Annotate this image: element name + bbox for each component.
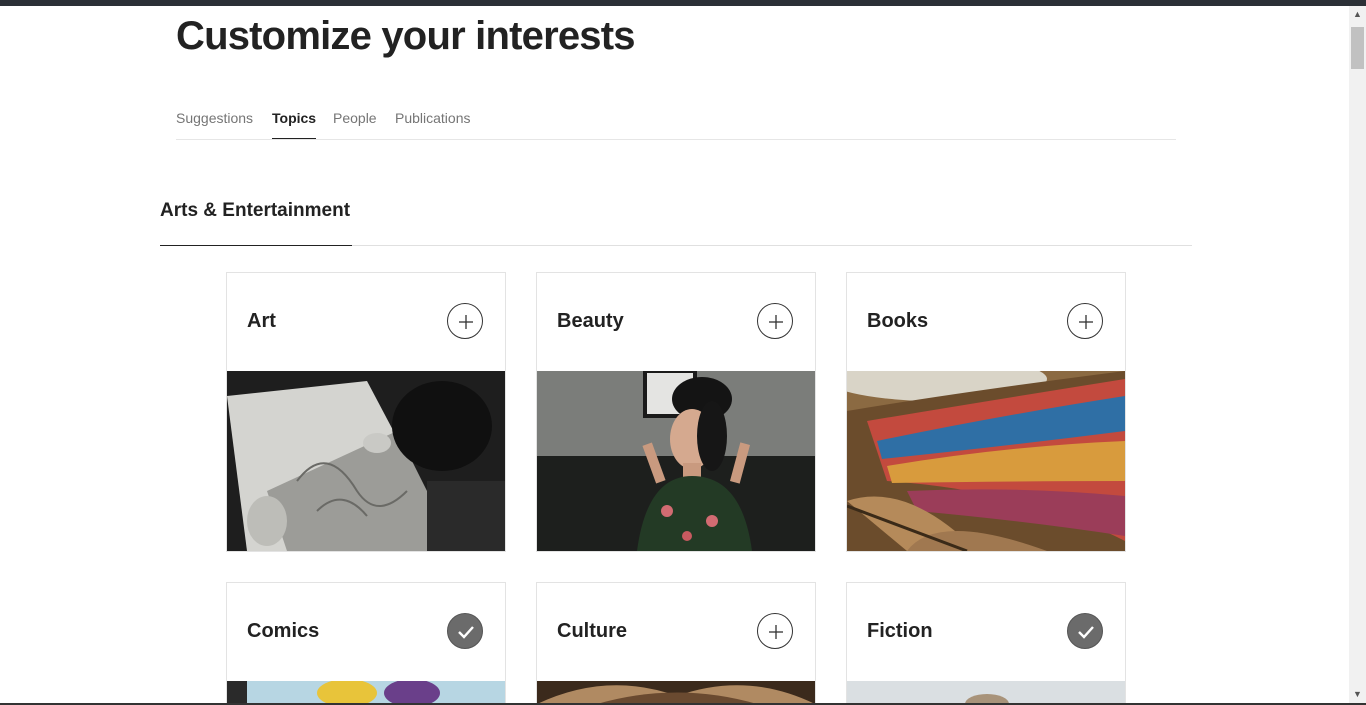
topic-image-fiction xyxy=(847,681,1125,704)
plus-icon xyxy=(1079,315,1093,329)
topic-name: Comics xyxy=(247,620,320,642)
topic-card-books[interactable]: Books xyxy=(846,272,1126,552)
topic-image-books xyxy=(847,371,1125,551)
topic-name: Art xyxy=(247,310,276,332)
topic-name: Books xyxy=(867,310,929,332)
section-underline xyxy=(160,245,352,246)
follow-button-books[interactable] xyxy=(1067,303,1103,339)
section-title: Arts & Entertainment xyxy=(160,200,351,221)
follow-button-comics[interactable] xyxy=(447,613,483,649)
check-icon xyxy=(458,626,474,639)
plus-icon xyxy=(459,315,473,329)
topic-image-beauty xyxy=(537,371,815,551)
tab-people[interactable]: People xyxy=(333,108,377,139)
topic-name: Beauty xyxy=(557,310,624,332)
follow-button-beauty[interactable] xyxy=(757,303,793,339)
tab-topics[interactable]: Topics xyxy=(272,108,317,139)
topic-card-fiction[interactable]: Fiction xyxy=(846,582,1126,705)
follow-button-fiction[interactable] xyxy=(1067,613,1103,649)
tab-suggestions[interactable]: Suggestions xyxy=(176,108,253,139)
topic-image-comics xyxy=(227,681,505,704)
scroll-up-arrow-icon[interactable]: ▲ xyxy=(1349,6,1366,23)
interest-tabs: Suggestions Topics People Publications xyxy=(176,108,1176,140)
scrollbar-thumb[interactable] xyxy=(1351,27,1364,69)
browser-top-bar xyxy=(0,0,1366,6)
topic-image-culture xyxy=(537,681,815,704)
follow-button-art[interactable] xyxy=(447,303,483,339)
topic-image-art xyxy=(227,371,505,551)
scroll-down-arrow-icon[interactable]: ▼ xyxy=(1349,686,1366,703)
topic-card-beauty[interactable]: Beauty xyxy=(536,272,816,552)
vertical-scrollbar[interactable]: ▲ ▼ xyxy=(1349,6,1366,703)
tab-publications[interactable]: Publications xyxy=(395,108,471,139)
check-icon xyxy=(1078,626,1094,639)
topic-name: Fiction xyxy=(867,620,933,642)
topic-card-culture[interactable]: Culture xyxy=(536,582,816,705)
page-title: Customize your interests xyxy=(176,14,636,58)
topic-card-art[interactable]: Art xyxy=(226,272,506,552)
plus-icon xyxy=(769,625,783,639)
topic-name: Culture xyxy=(557,620,627,642)
topic-card-comics[interactable]: Comics xyxy=(226,582,506,705)
plus-icon xyxy=(769,315,783,329)
follow-button-culture[interactable] xyxy=(757,613,793,649)
